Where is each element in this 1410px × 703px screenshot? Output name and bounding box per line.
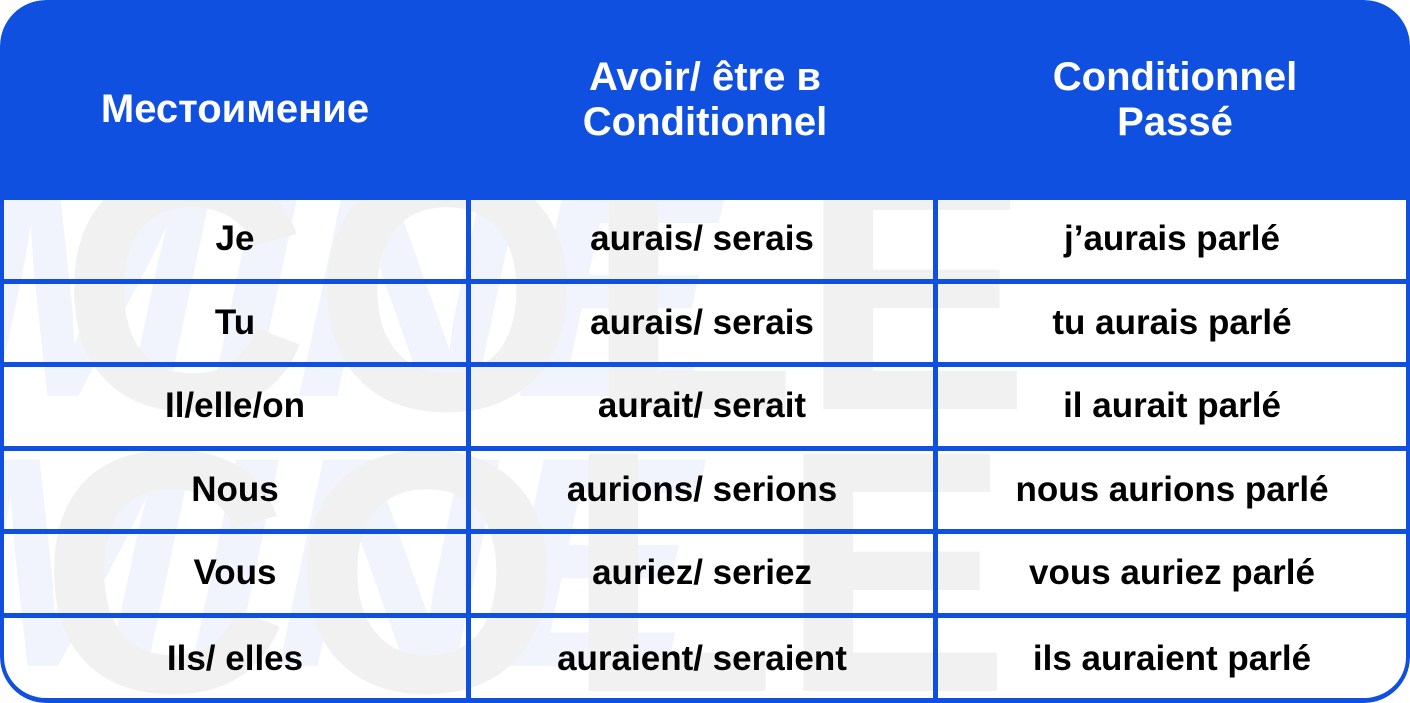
- cell-conditionnel-passe: il aurait parlé: [1063, 386, 1281, 425]
- cell-conditionnel-passe: vous auriez parlé: [1029, 553, 1315, 592]
- cell-pronoun: Il/elle/on: [4, 367, 471, 446]
- column-header-auxiliary-line2: Conditionnel: [582, 100, 828, 144]
- column-header-auxiliary: Avoir/ être в Conditionnel: [470, 0, 940, 200]
- cell-auxiliary: auriez/ seriez: [471, 534, 938, 613]
- cell-auxiliary: aurais/ serais: [471, 283, 938, 362]
- cell-auxiliary: aurait/ serait: [471, 367, 938, 446]
- table-row: Ils/ elles auraient/ seraient ils auraie…: [4, 617, 1406, 698]
- cell-auxiliary: auraient/ seraient: [471, 617, 938, 698]
- cell-auxiliary: aurais/ serais: [471, 200, 938, 279]
- table-row: Nous aurions/ serions nous aurions parlé: [4, 450, 1406, 534]
- column-header-conditionnel-passe-label: Conditionnel Passé: [1053, 55, 1297, 145]
- cell-conditionnel-passe: j’aurais parlé: [1064, 219, 1280, 258]
- table-row: Tu aurais/ serais tu aurais parlé: [4, 283, 1406, 367]
- column-header-conditionnel-passe-line2: Passé: [1117, 100, 1233, 144]
- column-header-pronoun: Местоимение: [0, 0, 470, 200]
- table-row: Je aurais/ serais j’aurais parlé: [4, 200, 1406, 284]
- column-header-conditionnel-passe: Conditionnel Passé: [940, 0, 1410, 200]
- table-header-row: Местоимение Avoir/ être в Conditionnel C…: [0, 0, 1410, 200]
- table-body: Je aurais/ serais j’aurais parlé Tu aura…: [0, 200, 1410, 703]
- cell-pronoun: Ils/ elles: [4, 617, 471, 698]
- column-header-auxiliary-line1: Avoir/ être в: [588, 55, 822, 100]
- cell-conditionnel-passe: ils auraient parlé: [1032, 639, 1312, 678]
- cell-auxiliary: aurions/ serions: [471, 450, 938, 529]
- cell-conditionnel-passe: tu aurais parlé: [1052, 302, 1292, 342]
- conjugation-table-card: MINE MINE COLE COLE Местоимение Avoir/ ê…: [0, 0, 1410, 703]
- table-row: Vous auriez/ seriez vous auriez parlé: [4, 534, 1406, 618]
- cell-pronoun: Tu: [4, 283, 471, 362]
- cell-pronoun: Vous: [4, 534, 471, 613]
- table-row: Il/elle/on aurait/ serait il aurait parl…: [4, 367, 1406, 451]
- column-header-conditionnel-passe-line1: Conditionnel: [1052, 55, 1298, 100]
- cell-pronoun: Nous: [4, 450, 471, 529]
- column-header-auxiliary-label: Avoir/ être в Conditionnel: [583, 55, 827, 145]
- cell-conditionnel-passe: nous aurions parlé: [1015, 469, 1329, 509]
- cell-pronoun: Je: [4, 200, 471, 279]
- column-header-pronoun-label: Местоимение: [100, 86, 370, 131]
